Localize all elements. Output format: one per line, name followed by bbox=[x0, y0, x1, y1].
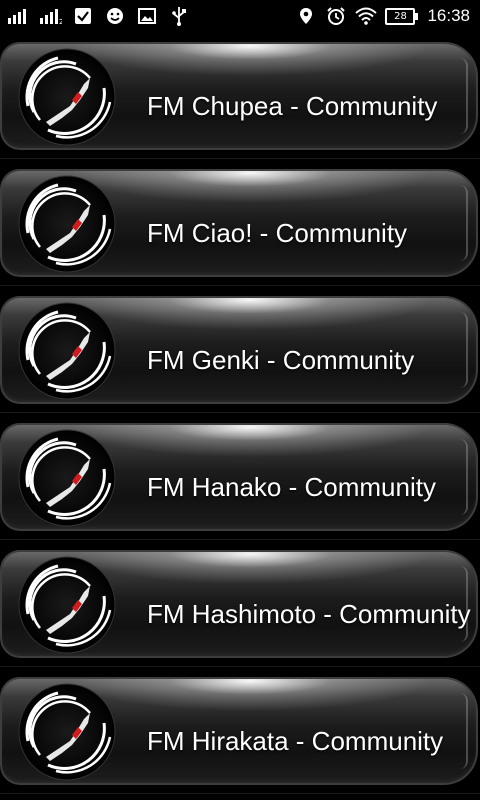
alarm-icon bbox=[325, 6, 347, 26]
japan-radio-logo-icon bbox=[18, 683, 116, 781]
signal-icon bbox=[8, 6, 30, 26]
japan-radio-logo-icon bbox=[18, 556, 116, 654]
station-row[interactable]: FM Ciao! - Community bbox=[0, 159, 480, 286]
station-name: FM Chupea - Community bbox=[147, 91, 438, 121]
usb-icon bbox=[168, 6, 190, 26]
station-row[interactable]: FM Chupea - Community bbox=[0, 32, 480, 159]
station-row[interactable]: FM Genki - Community bbox=[0, 286, 480, 413]
station-row[interactable]: FM Hanako - Community bbox=[0, 413, 480, 540]
station-name: FM Ciao! - Community bbox=[147, 218, 408, 248]
station-name: FM Hirakata - Community bbox=[147, 726, 444, 756]
signal-2-icon: 2 bbox=[40, 6, 62, 26]
smiley-icon bbox=[104, 6, 126, 26]
japan-radio-logo-icon bbox=[18, 429, 116, 527]
status-bar: 2 28 16:38 bbox=[0, 0, 480, 32]
station-row[interactable]: FM Hirakata - Community bbox=[0, 667, 480, 794]
station-name: FM Hashimoto - Community bbox=[147, 599, 471, 629]
clock: 16:38 bbox=[427, 6, 470, 25]
station-list: FM Chupea - Community FM Ciao! - Communi… bbox=[0, 32, 480, 794]
japan-radio-logo-icon bbox=[18, 175, 116, 273]
battery-icon: 28 bbox=[385, 7, 419, 25]
location-icon bbox=[295, 6, 317, 26]
image-check-icon bbox=[72, 6, 94, 26]
wifi-icon bbox=[355, 6, 378, 26]
station-name: FM Hanako - Community bbox=[147, 472, 436, 502]
station-name: FM Genki - Community bbox=[147, 345, 415, 375]
station-row[interactable]: FM Hashimoto - Community bbox=[0, 540, 480, 667]
picture-icon bbox=[136, 6, 158, 26]
japan-radio-logo-icon bbox=[18, 302, 116, 400]
japan-radio-logo-icon bbox=[18, 48, 116, 146]
svg-text:2: 2 bbox=[59, 18, 62, 24]
